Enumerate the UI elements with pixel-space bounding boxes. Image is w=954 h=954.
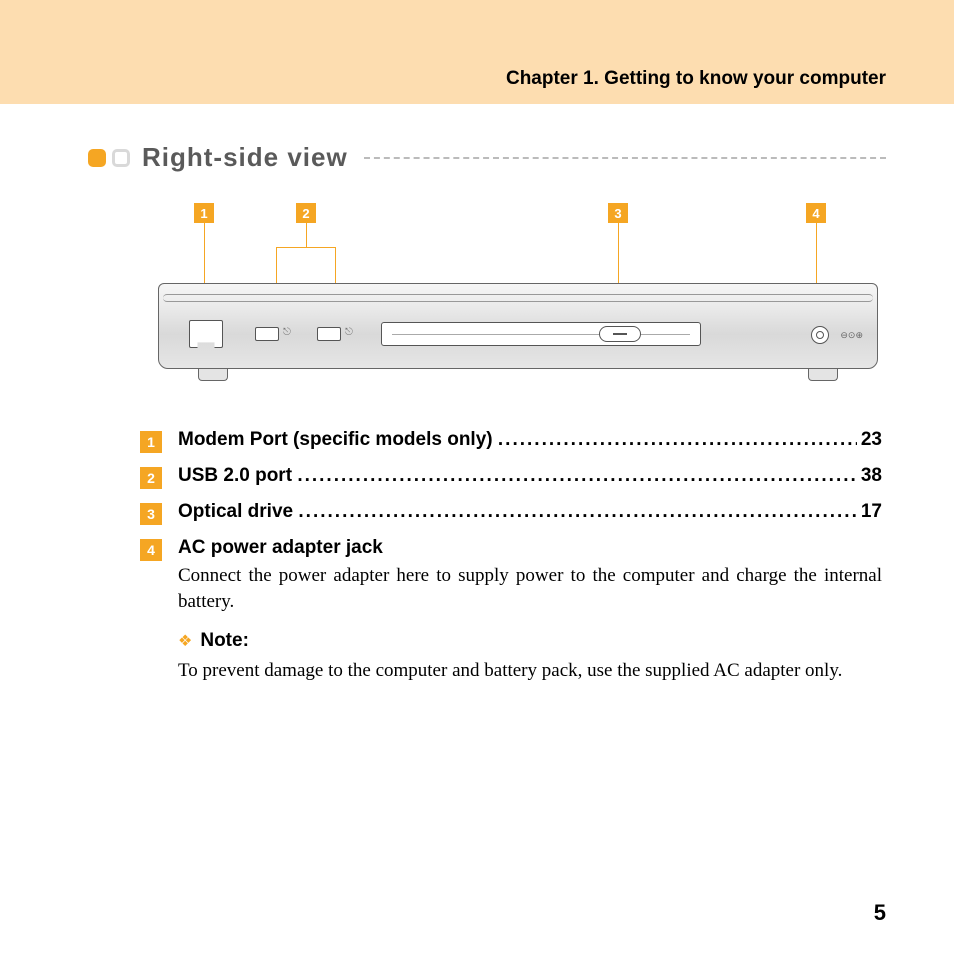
heading-bullet-outline-icon <box>112 149 130 167</box>
list-item: 4 AC power adapter jack Connect the powe… <box>140 537 882 684</box>
usb-port-icon <box>255 327 279 341</box>
laptop-foot-icon <box>198 369 228 381</box>
note-heading: ❖ Note: <box>178 630 882 652</box>
page-content: Right-side view 1 2 3 4 <box>0 104 954 684</box>
callout-badge: 2 <box>296 203 316 223</box>
usb-symbol-icon: ⎋ <box>345 327 353 338</box>
modem-port-icon <box>189 320 223 348</box>
optical-drive-icon <box>381 322 701 346</box>
callout-1: 1 <box>194 203 214 283</box>
component-list: 1 Modem Port (specific models only) 23 2… <box>140 429 882 684</box>
callout-3: 3 <box>608 203 628 283</box>
heading-bullet-solid-icon <box>88 149 106 167</box>
note-diamond-icon: ❖ <box>178 631 192 651</box>
section-title: Right-side view <box>142 142 348 173</box>
item-label: AC power adapter jack <box>178 537 882 559</box>
callout-badge: 4 <box>806 203 826 223</box>
dc-polarity-icon: ⊖⊙⊕ <box>840 330 863 341</box>
usb-symbol-icon: ⎋ <box>283 327 291 338</box>
list-item: 1 Modem Port (specific models only) 23 <box>140 429 882 453</box>
eject-button-icon <box>599 326 641 342</box>
callout-4: 4 <box>806 203 826 283</box>
item-label: Optical drive <box>178 501 293 523</box>
diagram-callouts: 1 2 3 4 <box>158 203 878 283</box>
item-label: USB 2.0 port <box>178 465 292 487</box>
note-text: To prevent damage to the computer and ba… <box>178 658 882 684</box>
laptop-side-illustration: ⎋ ⎋ ⊖⊙⊕ <box>158 283 878 381</box>
item-label: Modem Port (specific models only) <box>178 429 493 451</box>
item-page-ref: 23 <box>857 429 882 451</box>
item-number-badge: 3 <box>140 503 162 525</box>
dc-jack-icon <box>811 326 829 344</box>
callout-badge: 3 <box>608 203 628 223</box>
side-view-diagram: 1 2 3 4 <box>158 203 878 381</box>
item-number-badge: 1 <box>140 431 162 453</box>
usb-port-icon <box>317 327 341 341</box>
callout-badge: 1 <box>194 203 214 223</box>
leader-dots <box>498 429 857 451</box>
page-number: 5 <box>874 900 886 926</box>
list-item: 3 Optical drive 17 <box>140 501 882 525</box>
leader-dots <box>297 465 857 487</box>
item-number-badge: 2 <box>140 467 162 489</box>
note-label: Note: <box>200 630 249 652</box>
section-heading: Right-side view <box>88 142 886 173</box>
header-band: Chapter 1. Getting to know your computer <box>0 0 954 104</box>
heading-dash-line <box>364 157 886 159</box>
leader-dots <box>298 501 856 523</box>
callout-2: 2 <box>276 203 336 283</box>
item-description: Connect the power adapter here to supply… <box>178 563 882 614</box>
laptop-foot-icon <box>808 369 838 381</box>
list-item: 2 USB 2.0 port 38 <box>140 465 882 489</box>
item-page-ref: 38 <box>857 465 882 487</box>
item-page-ref: 17 <box>857 501 882 523</box>
item-number-badge: 4 <box>140 539 162 561</box>
chapter-title: Chapter 1. Getting to know your computer <box>506 68 886 90</box>
